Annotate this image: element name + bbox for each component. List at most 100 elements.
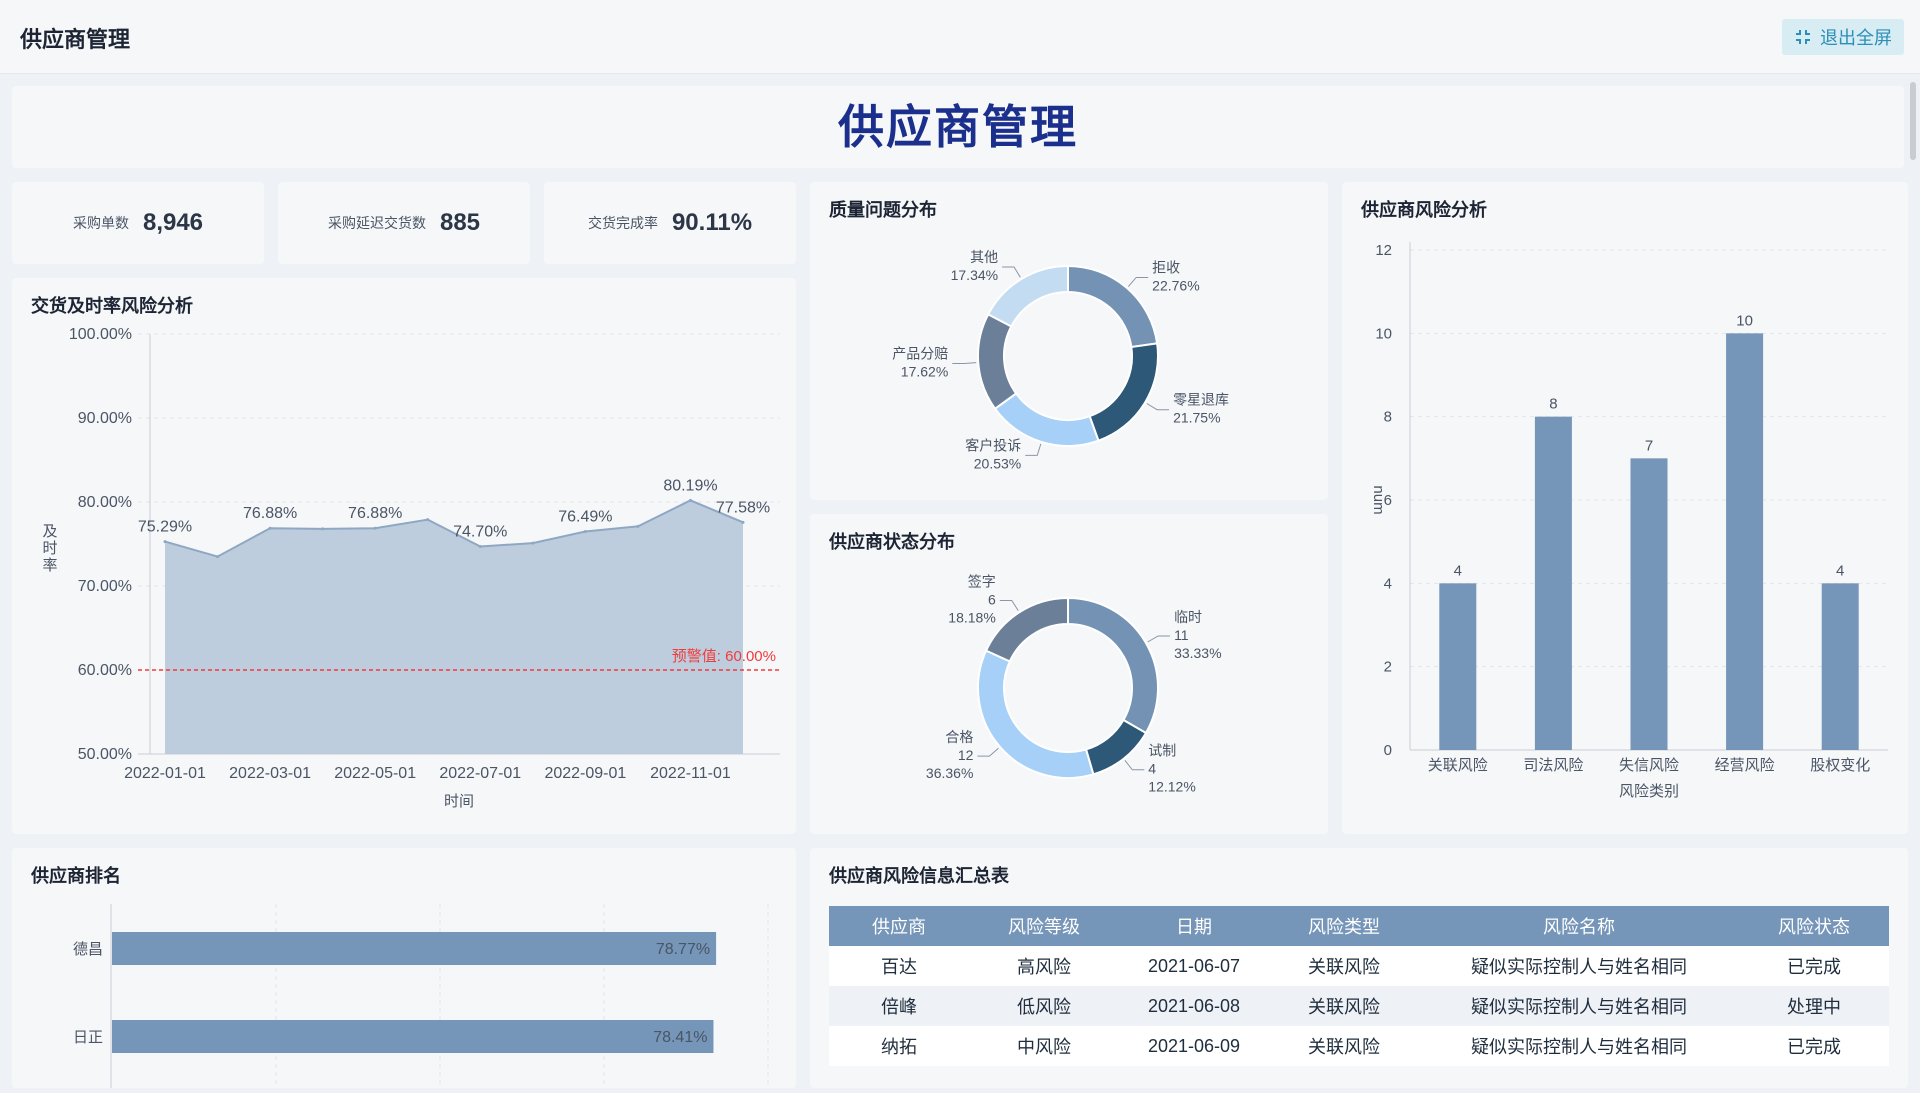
app-title: 供应商管理: [20, 27, 131, 52]
y-tick-label: 2: [1384, 659, 1392, 676]
donut-label: 21.75%: [1173, 410, 1220, 426]
y-axis-title: 时: [42, 540, 57, 557]
panel-title: 交货及时率风险分析: [31, 296, 193, 316]
x-tick-label: 关联风险: [1428, 757, 1488, 774]
cell: 已完成: [1739, 946, 1889, 986]
donut-label: 6: [988, 592, 996, 608]
ranking-panel: 供应商排名 德昌 78.77% 日正 78.41%: [12, 848, 796, 1088]
kpi-value: 885: [439, 209, 481, 236]
cell: 低风险: [969, 986, 1119, 1026]
cell: 纳拓: [829, 1026, 969, 1066]
data-point: [268, 526, 272, 530]
table-row[interactable]: 倍峰 低风险 2021-06-08 关联风险 疑似实际控制人与姓名相同 处理中: [829, 986, 1889, 1026]
cell: 已完成: [1739, 1026, 1889, 1066]
cell: 2021-06-07: [1119, 946, 1269, 986]
donut-slice: [977, 649, 1095, 779]
risk-table-panel: 供应商风险信息汇总表 供应商 风险等级 日期 风险类型 风险名称 风险状态 百达…: [810, 848, 1908, 1088]
bar-value-label: 78.41%: [653, 1029, 707, 1046]
donut-label: 11: [1174, 627, 1189, 643]
donut-label: 临时: [1174, 609, 1202, 625]
y-tick-label: 70.00%: [78, 578, 132, 595]
y-tick-label: 德昌: [73, 940, 103, 958]
data-point: [531, 541, 535, 545]
kpi-card-orders: 采购单数 8,946: [12, 182, 264, 264]
y-axis-title: 及: [42, 523, 57, 540]
data-point: [216, 555, 220, 559]
donut-slice: [986, 264, 1069, 328]
y-tick-label: 80.00%: [78, 494, 132, 511]
cell: 疑似实际控制人与姓名相同: [1419, 946, 1739, 986]
data-label: 76.88%: [243, 505, 297, 522]
kpi-value: 90.11%: [671, 209, 753, 236]
donut-label: 试制: [1148, 743, 1176, 759]
leader-line: [977, 747, 999, 757]
bar-value-label: 10: [1736, 312, 1753, 329]
cell: 中风险: [969, 1026, 1119, 1066]
x-tick-label: 经营风险: [1715, 757, 1775, 774]
leader-line: [1002, 266, 1021, 278]
column-header[interactable]: 风险状态: [1739, 906, 1889, 946]
table-row[interactable]: 百达 高风险 2021-06-07 关联风险 疑似实际控制人与姓名相同 已完成: [829, 946, 1889, 986]
cell: 2021-06-09: [1119, 1026, 1269, 1066]
column-header[interactable]: 风险名称: [1419, 906, 1739, 946]
column-header[interactable]: 供应商: [829, 906, 969, 946]
donut-label: 客户投诉: [965, 437, 1021, 453]
bar: [1630, 458, 1668, 750]
kpi-card-delays: 采购延迟交货数 885: [278, 182, 530, 264]
status-panel: 供应商状态分布 临时 11 33.33% 试制 4 12.12% 合格 12 36.36% 签字 6…: [810, 514, 1328, 834]
x-tick-label: 股权变化: [1810, 757, 1870, 774]
column-header[interactable]: 日期: [1119, 906, 1269, 946]
leader-line: [952, 362, 977, 365]
warning-label: 预警值: 60.00%: [672, 648, 776, 665]
data-point: [688, 498, 692, 502]
data-point: [373, 526, 377, 530]
data-label: 76.88%: [348, 505, 402, 522]
column-header[interactable]: 风险等级: [969, 906, 1119, 946]
panel-title: 质量问题分布: [829, 200, 937, 220]
y-tick-label: 日正: [73, 1029, 103, 1046]
bar-value-label: 8: [1549, 396, 1557, 413]
bar: [1534, 416, 1572, 750]
cell: 高风险: [969, 946, 1119, 986]
y-tick-label: 4: [1384, 575, 1392, 592]
panel-title: 供应商状态分布: [829, 532, 955, 552]
bar: [1821, 583, 1859, 750]
y-axis-title: 率: [42, 557, 57, 574]
data-point: [321, 527, 325, 531]
x-tick-label: 2022-09-01: [544, 765, 626, 782]
data-point: [741, 520, 745, 524]
donut-label: 合格: [945, 729, 973, 745]
x-axis-title: 时间: [444, 793, 474, 810]
bar: [112, 1020, 714, 1053]
cell: 2021-06-08: [1119, 986, 1269, 1026]
data-point: [583, 529, 587, 533]
y-tick-label: 10: [1375, 325, 1392, 342]
cell: 倍峰: [829, 986, 969, 1026]
scrollbar[interactable]: [1910, 82, 1916, 160]
donut-label: 拒收: [1152, 259, 1180, 275]
table-row[interactable]: 纳拓 中风险 2021-06-09 关联风险 疑似实际控制人与姓名相同 已完成: [829, 1026, 1889, 1066]
donut-label: 17.34%: [951, 267, 998, 283]
donut-label: 33.33%: [1174, 645, 1221, 661]
data-point: [478, 545, 482, 549]
donut-label: 签字: [968, 574, 996, 590]
x-tick-label: 2022-07-01: [439, 765, 521, 782]
data-point: [426, 518, 430, 522]
column-header[interactable]: 风险类型: [1269, 906, 1419, 946]
quality-panel: 质量问题分布 拒收 22.76% 零星退库 21.75% 客户投诉 20.53% 产品分赔 1…: [810, 182, 1328, 500]
donut-slice: [977, 312, 1018, 411]
leader-line: [1127, 276, 1149, 287]
leader-line: [999, 600, 1019, 611]
exit-fullscreen-button[interactable]: 退出全屏: [1782, 19, 1904, 55]
y-tick-label: 100.00%: [69, 326, 132, 343]
risk-panel: 供应商风险分析 0 2 4 6 8 10 12 4 关联风险 8 司法风险 7 失信风险 10 经营风险 4 股…: [1342, 182, 1908, 834]
data-label: 74.70%: [453, 524, 507, 541]
data-label: 77.58%: [716, 499, 770, 516]
y-axis-title: num: [1370, 485, 1387, 514]
kpi-value: 8,946: [142, 209, 204, 236]
bar-value-label: 4: [1454, 562, 1462, 579]
compress-icon: [1796, 30, 1810, 44]
donut-slice: [1084, 718, 1148, 776]
donut-label: 18.18%: [948, 610, 995, 626]
quality-donut-chart: 拒收 22.76% 零星退库 21.75% 客户投诉 20.53% 产品分赔 17.62% 其他…: [892, 249, 1229, 471]
